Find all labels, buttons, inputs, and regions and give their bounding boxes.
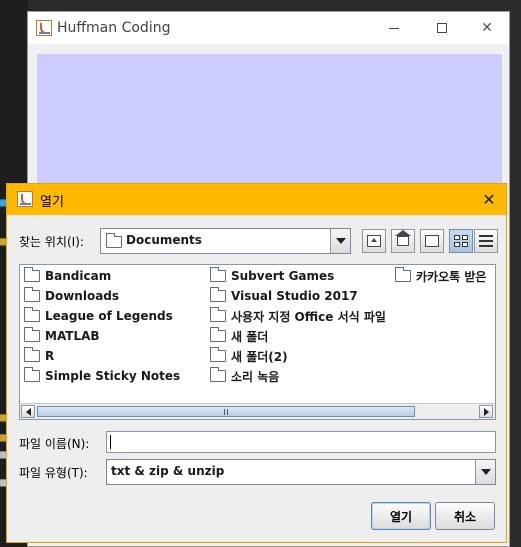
list-item[interactable]: League of Legends [24, 307, 173, 325]
open-file-dialog: 열기 ✕ 찾는 위치(I): Documents Bandicam Downlo… [6, 183, 507, 543]
look-in-value: Documents [126, 233, 202, 247]
list-item[interactable]: Visual Studio 2017 [210, 287, 358, 305]
folder-icon [24, 367, 40, 382]
chevron-down-icon [480, 469, 491, 475]
list-item[interactable]: Simple Sticky Notes [24, 367, 180, 385]
folder-icon [210, 287, 226, 302]
window-title: Huffman Coding [57, 20, 171, 36]
open-button[interactable]: 열기 [371, 502, 431, 530]
folder-icon [24, 347, 40, 362]
minimize-button[interactable] [372, 12, 416, 44]
home-icon [395, 230, 411, 246]
new-folder-icon [425, 235, 439, 247]
up-one-level-icon [367, 235, 381, 247]
list-item[interactable]: Bandicam [24, 267, 111, 285]
list-item[interactable]: R [24, 347, 54, 365]
close-button[interactable]: ✕ [465, 12, 509, 44]
list-item[interactable]: 사용자 지정 Office 서식 파일 [210, 307, 386, 325]
arrow-left-icon [25, 407, 31, 416]
folder-icon [395, 267, 411, 282]
java-app-icon [36, 20, 52, 36]
maximize-icon [437, 23, 447, 33]
file-type-dropdown-button[interactable] [475, 460, 495, 484]
folder-icon [210, 347, 226, 362]
list-item[interactable]: 새 폴더(2) [210, 347, 288, 365]
list-view-icon [454, 235, 468, 247]
folder-icon [210, 307, 226, 322]
folder-icon [24, 287, 40, 302]
folder-icon [106, 233, 122, 248]
scroll-left-button[interactable] [21, 405, 35, 418]
scroll-right-button[interactable] [479, 405, 493, 418]
folder-icon [210, 367, 226, 382]
list-item[interactable]: 카카오톡 받은 [395, 267, 486, 285]
dialog-close-button[interactable]: ✕ [478, 188, 500, 210]
home-button[interactable] [391, 229, 415, 253]
details-view-button[interactable] [474, 229, 498, 253]
look-in-dropdown-button[interactable] [330, 229, 350, 253]
folder-icon [210, 267, 226, 282]
list-view-button[interactable] [449, 229, 473, 253]
java-app-icon [17, 191, 33, 207]
new-folder-button[interactable] [420, 229, 444, 253]
maximize-button[interactable] [420, 12, 464, 44]
list-item[interactable]: MATLAB [24, 327, 100, 345]
cancel-button[interactable]: 취소 [435, 502, 495, 530]
minimize-icon [389, 27, 399, 29]
text-caret [110, 435, 111, 449]
file-list[interactable]: Bandicam Downloads League of Legends MAT… [19, 264, 496, 420]
up-one-level-button[interactable] [362, 229, 386, 253]
close-icon: ✕ [481, 20, 493, 36]
list-item[interactable]: Subvert Games [210, 267, 334, 285]
file-name-input[interactable] [106, 431, 496, 453]
folder-icon [24, 307, 40, 322]
folder-icon [210, 327, 226, 342]
list-item[interactable]: Downloads [24, 287, 119, 305]
drawing-canvas [37, 54, 502, 194]
arrow-right-icon [483, 407, 489, 416]
dialog-title-bar[interactable]: 열기 ✕ [7, 184, 506, 215]
file-type-value: txt & zip & unzip [111, 464, 225, 478]
look-in-combo[interactable]: Documents [100, 228, 351, 254]
look-in-label: 찾는 위치(I): [19, 235, 84, 249]
chevron-down-icon [335, 238, 346, 244]
file-type-combo[interactable]: txt & zip & unzip [106, 459, 496, 485]
file-name-label: 파일 이름(N): [19, 437, 90, 451]
folder-icon [24, 327, 40, 342]
details-view-icon [479, 235, 493, 247]
grip-icon [224, 408, 228, 415]
horizontal-scrollbar[interactable] [20, 403, 495, 419]
dialog-title: 열기 [40, 195, 64, 210]
main-title-bar[interactable]: Huffman Coding ✕ [28, 12, 509, 44]
folder-icon [24, 267, 40, 282]
file-type-label: 파일 유형(T): [19, 466, 88, 480]
scrollbar-thumb[interactable] [37, 406, 415, 417]
list-item[interactable]: 새 폴더 [210, 327, 268, 345]
list-item[interactable]: 소리 녹음 [210, 367, 279, 385]
close-icon: ✕ [482, 189, 496, 209]
